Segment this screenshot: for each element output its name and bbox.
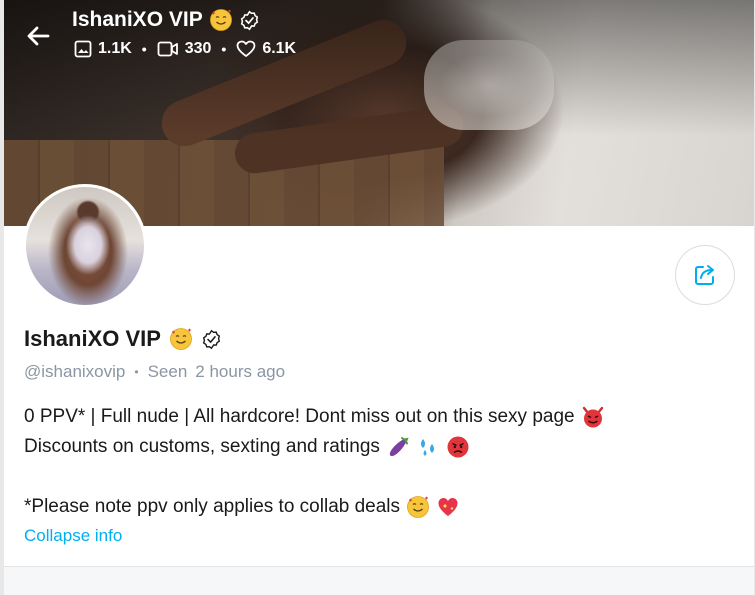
smiling-hearts-emoji-icon	[209, 9, 232, 31]
avatar[interactable]	[23, 184, 147, 308]
verified-badge-icon	[240, 10, 258, 30]
angry-face-emoji-icon	[447, 436, 469, 458]
heart-icon	[236, 40, 256, 57]
stat-separator: •	[221, 41, 227, 57]
verified-badge-icon	[202, 329, 221, 349]
videos-stat: 330	[157, 40, 212, 58]
devil-face-emoji-icon	[582, 406, 603, 428]
bio-line-2: Discounts on customs, sexting and rating…	[24, 432, 605, 462]
bio-blank-line	[24, 462, 605, 492]
photos-count: 1.1K	[98, 40, 132, 57]
smiling-hearts-emoji-icon	[170, 328, 192, 350]
bio-text-2: Discounts on customs, sexting and rating…	[24, 436, 380, 457]
bio-line-1: 0 PPV* | Full nude | All hardcore! Dont …	[24, 402, 605, 432]
seen-label: Seen	[147, 362, 188, 381]
likes-stat: 6.1K	[236, 40, 296, 58]
header-name: IshaniXO VIP	[72, 8, 203, 31]
sparkling-heart-emoji-icon	[438, 498, 458, 516]
profile-bio: 0 PPV* | Full nude | All hardcore! Dont …	[24, 402, 605, 522]
bio-text-3: *Please note ppv only applies to collab …	[24, 496, 401, 517]
header-stats: 1.1K • 330 • 6.1K	[74, 40, 296, 58]
seen-time: 2 hours ago	[195, 362, 286, 381]
image-icon	[74, 40, 92, 58]
back-button[interactable]	[22, 20, 54, 52]
handle-row: @ishanixovip • Seen 2 hours ago	[24, 362, 285, 382]
handle-separator: •	[134, 365, 139, 379]
collapse-info-link[interactable]: Collapse info	[24, 526, 122, 546]
bio-text-1: 0 PPV* | Full nude | All hardcore! Dont …	[24, 406, 575, 427]
share-button[interactable]	[675, 245, 735, 305]
header-title: IshaniXO VIP	[72, 8, 260, 32]
smiling-hearts-emoji-icon	[407, 496, 429, 518]
share-icon	[695, 265, 714, 285]
sweat-droplets-emoji-icon	[420, 439, 434, 456]
profile-name: IshaniXO VIP	[24, 326, 222, 352]
profile-handle[interactable]: @ishanixovip	[24, 362, 125, 382]
photos-stat: 1.1K	[74, 40, 132, 58]
arrow-left-icon	[27, 26, 50, 46]
stat-separator: •	[141, 41, 147, 57]
profile-name-text: IshaniXO VIP	[24, 326, 161, 351]
top-bar: IshaniXO VIP 1.1K • 330 • 6.1K	[4, 0, 754, 70]
eggplant-emoji-icon	[389, 437, 409, 457]
likes-count: 6.1K	[262, 40, 297, 57]
video-icon	[157, 41, 178, 57]
videos-count: 330	[184, 40, 212, 57]
bio-line-3: *Please note ppv only applies to collab …	[24, 492, 605, 522]
bottom-band	[4, 567, 754, 595]
